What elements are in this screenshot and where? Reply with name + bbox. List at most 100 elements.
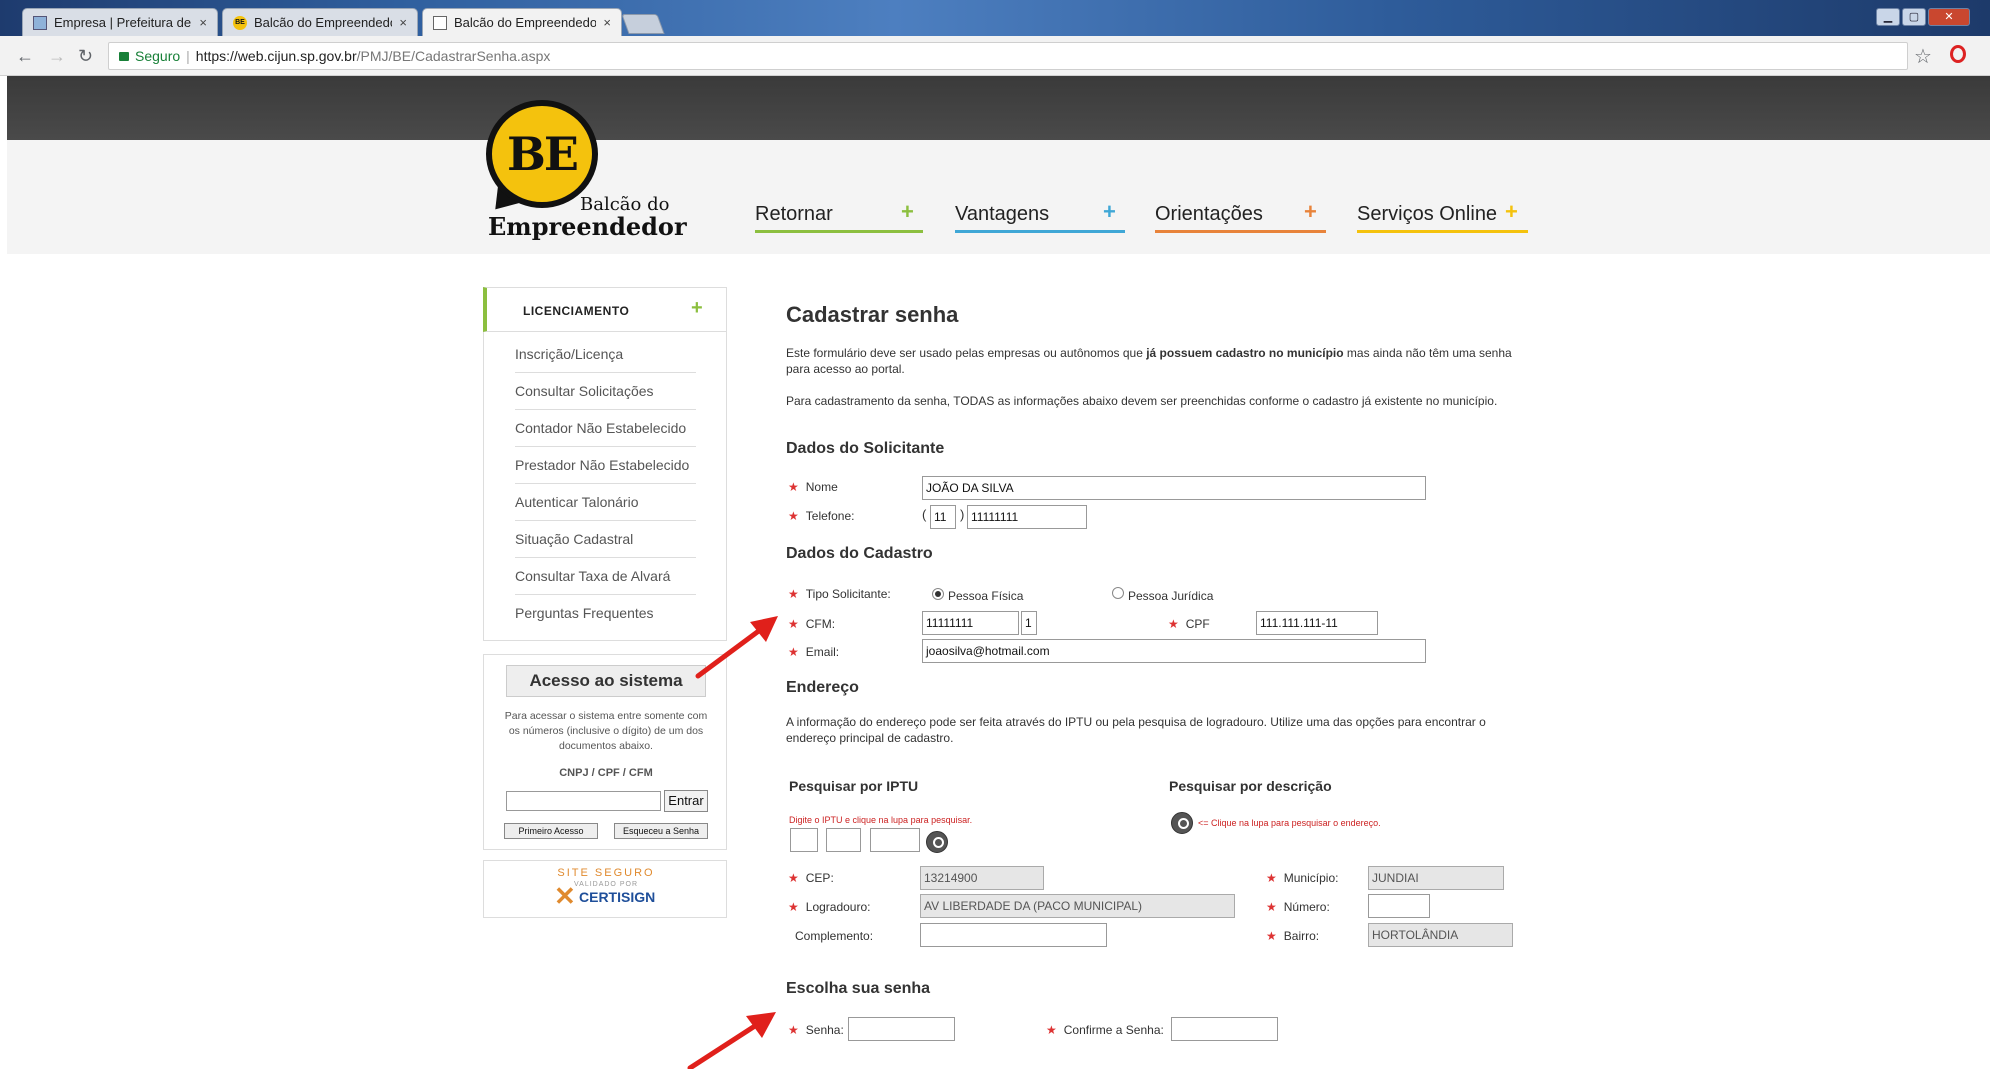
email-label: ★ Email: (788, 645, 840, 659)
sidebar-menu: Inscrição/Licença Consultar Solicitações… (483, 332, 727, 641)
required-star-icon: ★ (1266, 900, 1277, 914)
required-star-icon: ★ (788, 900, 799, 914)
cfm-label: ★ CFM: (788, 617, 836, 631)
intro-paragraph: Este formulário deve ser usado pelas emp… (786, 346, 1512, 376)
cep-label: ★ CEP: (788, 871, 834, 885)
required-star-icon: ★ (1266, 871, 1277, 885)
back-icon[interactable]: ← (16, 46, 34, 67)
enter-button[interactable]: Entrar (664, 790, 708, 812)
logradouro-label: ★ Logradouro: (788, 900, 871, 914)
telefone-input[interactable]: 11111111 (967, 505, 1087, 529)
close-tab-icon[interactable]: × (399, 15, 407, 30)
sidebar-item-inscricao[interactable]: Inscrição/Licença (515, 336, 696, 373)
maximize-icon[interactable]: ▢ (1902, 8, 1926, 26)
site-top-band (7, 76, 1990, 140)
bairro-label: ★ Bairro: (1266, 929, 1320, 943)
forgot-password-button[interactable]: Esqueceu a Senha (614, 823, 708, 839)
nome-input[interactable]: JOÃO DA SILVA (922, 476, 1426, 500)
pessoa-juridica-radio[interactable] (1112, 587, 1124, 599)
complemento-input[interactable] (920, 923, 1107, 947)
bookmark-star-icon[interactable]: ☆ (1914, 44, 1932, 69)
browser-tab-3[interactable]: Balcão do Empreendedor × (422, 8, 622, 36)
opera-icon[interactable] (1950, 45, 1966, 63)
section-solicitante: Dados do Solicitante (786, 440, 945, 457)
sidebar-item-taxa-alvara[interactable]: Consultar Taxa de Alvará (515, 558, 696, 595)
municipio-input[interactable]: JUNDIAI (1368, 866, 1504, 890)
cep-input[interactable]: 13214900 (920, 866, 1044, 890)
pessoa-juridica-label: Pessoa Jurídica (1128, 589, 1214, 603)
sidebar-item-prestador[interactable]: Prestador Não Estabelecido (515, 447, 696, 484)
required-star-icon: ★ (788, 509, 799, 523)
secure-site-seal[interactable]: SITE SEGURO ✕ VALIDADO POR CERTISIGN (483, 860, 727, 918)
browser-tab-strip: Empresa | Prefeitura de J × BE Balcão do… (0, 0, 1990, 36)
email-input[interactable]: joaosilva@hotmail.com (922, 639, 1426, 663)
confirma-senha-label: ★ Confirme a Senha: (1046, 1023, 1164, 1037)
annotation-arrow-senha (687, 1012, 776, 1069)
description-search-icon[interactable] (1171, 812, 1193, 834)
address-bar[interactable]: Seguro | https://web.cijun.sp.gov.br/PMJ/B… (108, 42, 1908, 70)
iptu-part1-input[interactable] (790, 828, 818, 852)
numero-label: ★ Número: (1266, 900, 1330, 914)
access-title: Acesso ao sistema (506, 665, 706, 697)
page-title: Cadastrar senha (786, 302, 959, 327)
address-toolbar: ← → ↻ Seguro | https://web.cijun.sp.gov.br… (0, 36, 1990, 76)
lock-icon (119, 52, 129, 61)
access-description: Para acessar o sistema entre somente com… (504, 710, 708, 752)
browser-tab-2[interactable]: BE Balcão do Empreendedor × (222, 8, 418, 36)
required-star-icon: ★ (1168, 617, 1179, 631)
intro-paragraph-2: Para cadastramento da senha, TODAS as in… (786, 394, 1498, 408)
nav-orientacoes[interactable]: Orientações + (1155, 199, 1326, 233)
sidebar-header-licenciamento[interactable]: LICENCIAMENTO + (483, 287, 727, 332)
cfm-input[interactable]: 11111111 (922, 611, 1019, 635)
section-senha: Escolha sua senha (786, 980, 931, 997)
numero-input[interactable] (1368, 894, 1430, 918)
nav-vantagens[interactable]: Vantagens + (955, 199, 1125, 233)
logradouro-input[interactable]: AV LIBERDADE DA (PACO MUNICIPAL) (920, 894, 1235, 918)
nav-servicos-online[interactable]: Serviços Online + (1357, 199, 1528, 233)
bairro-input[interactable]: HORTOLÂNDIA (1368, 923, 1513, 947)
close-tab-icon[interactable]: × (199, 15, 207, 30)
section-cadastro: Dados do Cadastro (786, 545, 933, 562)
reload-icon[interactable]: ↻ (78, 46, 93, 67)
pessoa-fisica-radio[interactable] (932, 588, 944, 600)
access-document-input[interactable] (506, 791, 661, 811)
required-star-icon: ★ (788, 480, 799, 494)
confirma-senha-input[interactable] (1171, 1017, 1278, 1041)
forward-icon[interactable]: → (48, 46, 66, 67)
first-access-button[interactable]: Primeiro Acesso (504, 823, 598, 839)
description-hint: <= Clique na lupa para pesquisar o ender… (1198, 818, 1381, 828)
cpf-input[interactable]: 111.111.111-11 (1256, 611, 1378, 635)
site-logo[interactable]: BE (486, 100, 598, 208)
complemento-label: Complemento: (795, 929, 874, 943)
plus-icon: + (1304, 199, 1317, 224)
cfm-digit-input[interactable]: 1 (1021, 611, 1037, 635)
new-tab-button[interactable] (621, 14, 665, 34)
section-endereco: Endereço (786, 679, 859, 696)
access-panel: Acesso ao sistema Para acessar o sistema… (483, 654, 727, 850)
senha-input[interactable] (848, 1017, 955, 1041)
site-header (7, 140, 1990, 254)
telefone-label: ★ Telefone: (788, 509, 855, 523)
window-controls: ▁ ▢ ✕ (1876, 8, 1970, 26)
be-icon: BE (233, 15, 247, 30)
cpf-label: ★ CPF (1168, 617, 1210, 631)
iptu-search-icon[interactable] (926, 831, 948, 853)
sidebar-item-consultar-solicitacoes[interactable]: Consultar Solicitações (515, 373, 696, 410)
required-star-icon: ★ (788, 1023, 799, 1037)
minimize-icon[interactable]: ▁ (1876, 8, 1900, 26)
sidebar-item-situacao-cadastral[interactable]: Situação Cadastral (515, 521, 696, 558)
image-icon (33, 15, 47, 30)
ddd-input[interactable]: 11 (930, 505, 956, 529)
sidebar-item-autenticar-talonario[interactable]: Autenticar Talonário (515, 484, 696, 521)
sidebar-item-perguntas[interactable]: Perguntas Frequentes (515, 595, 696, 632)
iptu-part2-input[interactable] (826, 828, 861, 852)
close-window-icon[interactable]: ✕ (1928, 8, 1970, 26)
description-search-title: Pesquisar por descrição (1169, 778, 1332, 794)
close-tab-icon[interactable]: × (603, 15, 611, 30)
sidebar-item-contador[interactable]: Contador Não Estabelecido (515, 410, 696, 447)
nav-retornar[interactable]: Retornar + (755, 199, 923, 233)
browser-tab-1[interactable]: Empresa | Prefeitura de J × (22, 8, 218, 36)
required-star-icon: ★ (788, 871, 799, 885)
annotation-arrow-cfm (695, 616, 778, 679)
iptu-part3-input[interactable] (870, 828, 920, 852)
